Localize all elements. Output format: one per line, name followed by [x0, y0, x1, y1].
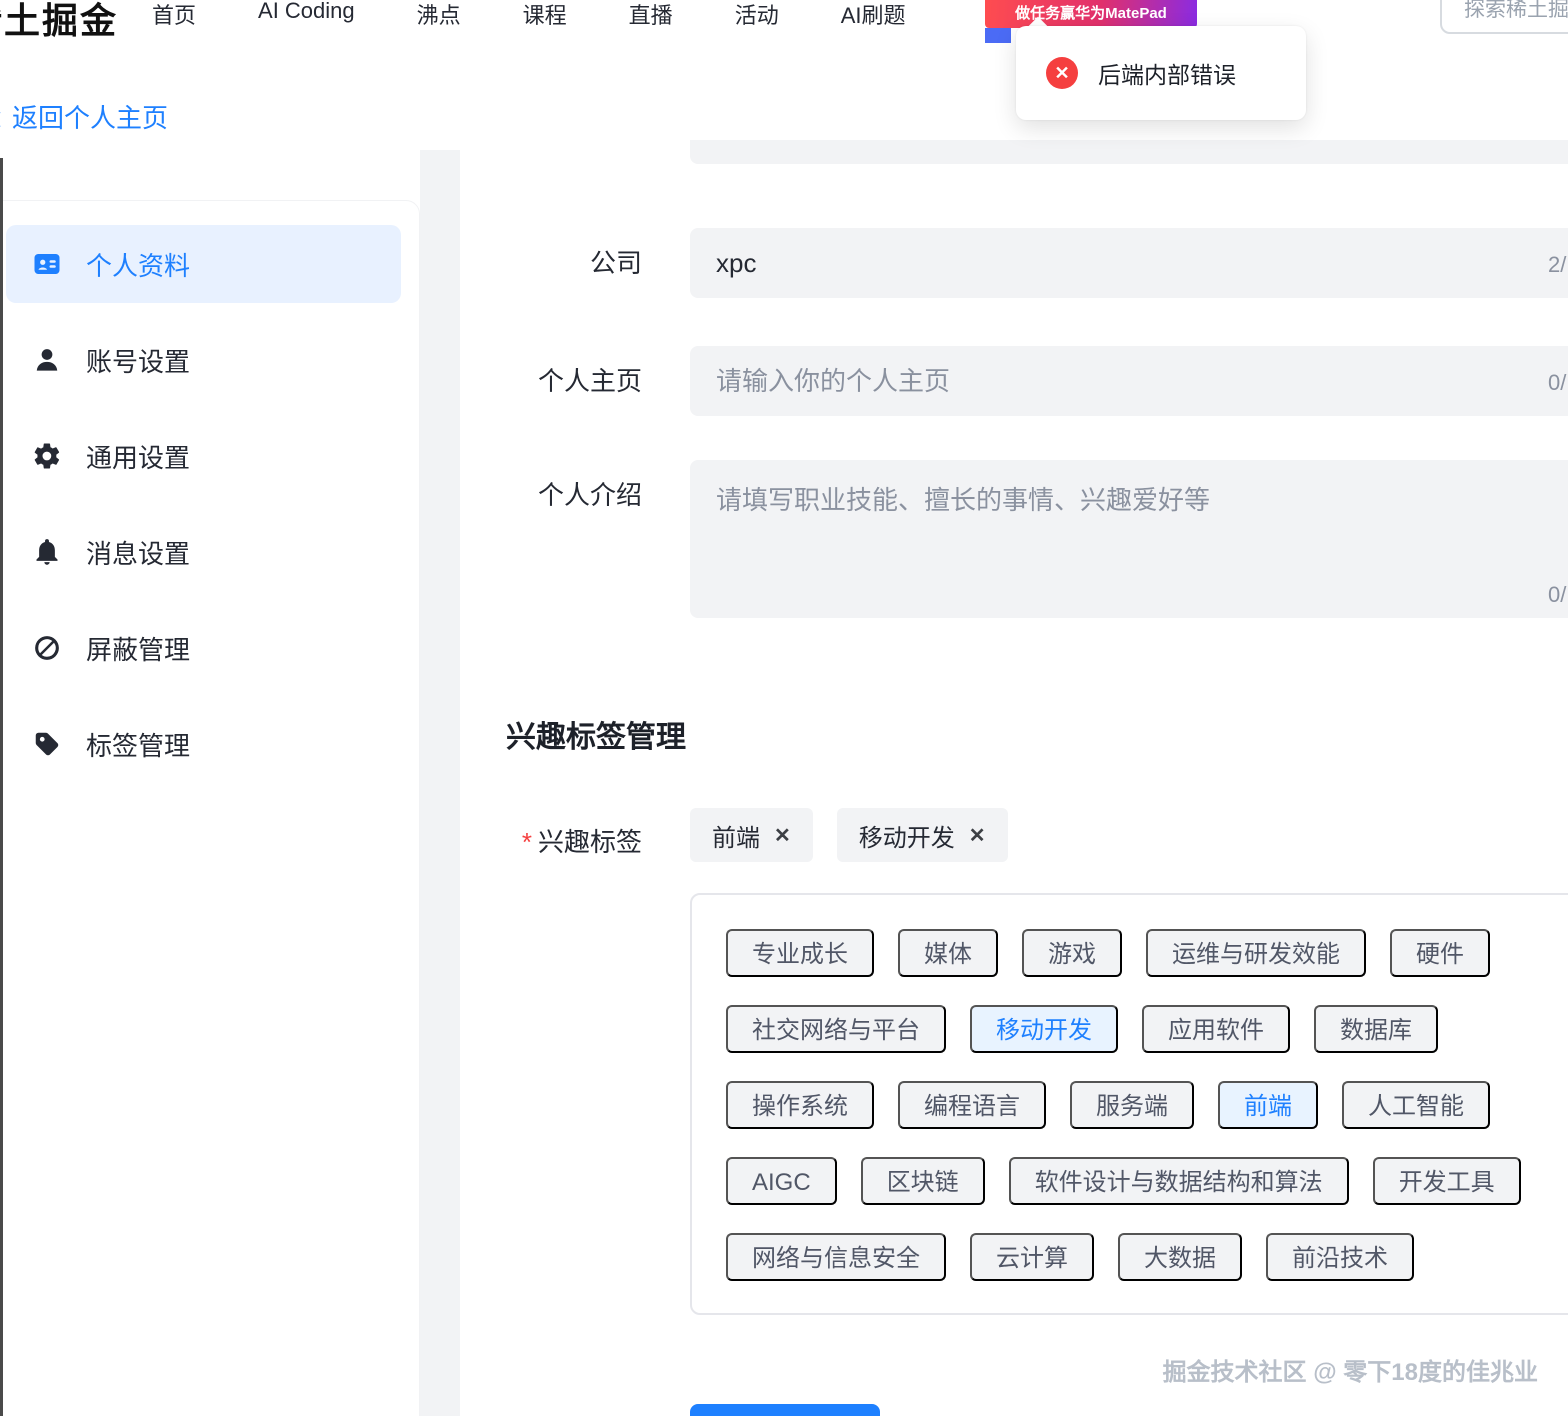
settings-page: 稀土掘金 首页 AI Coding 沸点 课程 直播 活动 AI刷题 做任务赢华为MateP… — [0, 0, 1568, 1416]
page-left-edge — [0, 158, 3, 1416]
tag-option[interactable]: 社交网络与平台 — [726, 1005, 946, 1053]
tag-option[interactable]: 专业成长 — [726, 929, 874, 977]
interest-tags-label: * 兴趣标签 — [521, 827, 642, 857]
intro-row: 个人介绍 0/ — [460, 460, 1568, 618]
interest-tags-section-title: 兴趣标签管理 — [506, 721, 686, 754]
sidebar-item[interactable]: 通用设置 — [6, 417, 401, 495]
tag-option[interactable]: 开发工具 — [1372, 1157, 1521, 1205]
nav-item[interactable]: 直播 — [629, 0, 673, 30]
layout-gap — [420, 150, 460, 1416]
selected-tag-label: 移动开发 — [858, 824, 955, 852]
sidebar-item-label: 消息设置 — [86, 538, 191, 569]
profile-settings-panel: 公司 2/ 个人主页 0/ 个人介绍 0/ 兴趣标签管理 *兴趣标签 前端✕移动… — [460, 140, 1568, 1416]
tag-options-panel: 专业成长 媒体 游戏 运维与研发效能 硬件社交网络与平台 移动开发 应用软件 数据库操作系统编… — [690, 893, 1568, 1315]
user-icon — [32, 345, 62, 375]
toast-message: 后端内部错误 — [1098, 62, 1236, 88]
tag-option[interactable]: 编程语言 — [898, 1081, 1046, 1129]
nav-item[interactable]: AI Coding — [258, 0, 355, 30]
tag-option[interactable]: 云计算 — [970, 1233, 1094, 1281]
promo-ribbon — [985, 28, 1011, 43]
sidebar-item[interactable]: 消息设置 — [6, 513, 401, 591]
watermark: 掘金技术社区 @ 零下18度的佳兆业 — [1162, 1359, 1538, 1386]
tag-option[interactable]: 软件设计与数据结构和算法 — [1008, 1157, 1349, 1205]
settings-sidebar: 个人资料账号设置通用设置消息设置屏蔽管理标签管理 — [0, 200, 420, 1416]
tag-option[interactable]: 数据库 — [1314, 1005, 1438, 1053]
promo-banner[interactable]: 做任务赢华为MatePad — [985, 0, 1197, 28]
required-asterisk: * — [521, 827, 532, 857]
chevron-left-icon: ‹ — [0, 98, 2, 134]
tag-option[interactable]: 媒体 — [898, 929, 998, 977]
homepage-row: 个人主页 0/ — [460, 346, 1568, 416]
tag-option[interactable]: 区块链 — [860, 1157, 985, 1205]
bell-icon — [32, 537, 62, 567]
tag-option[interactable]: 网络与信息安全 — [726, 1233, 946, 1281]
tag-option[interactable]: 前沿技术 — [1266, 1233, 1414, 1281]
block-icon — [32, 633, 62, 663]
job-input-partial[interactable] — [690, 140, 1568, 164]
selected-tags: 前端 ✕ 移动开发 ✕ — [690, 808, 1008, 862]
search-input[interactable] — [1442, 0, 1568, 22]
id-card-icon — [32, 249, 62, 279]
gear-icon — [32, 441, 62, 471]
tag-icon — [32, 729, 62, 759]
sidebar-item-label: 标签管理 — [86, 730, 191, 761]
interest-tags-row: * 兴趣标签 前端 ✕ 移动开发 ✕ — [460, 808, 1568, 862]
error-toast: ✕ 后端内部错误 — [1016, 26, 1306, 120]
company-char-count: 2/ — [1548, 252, 1567, 277]
tag-option[interactable]: 游戏 — [1022, 929, 1122, 977]
sidebar-item[interactable]: 标签管理 — [6, 705, 401, 783]
sidebar-item[interactable]: 账号设置 — [6, 321, 401, 399]
nav-item[interactable]: 课程 — [523, 0, 567, 30]
company-label: 公司 — [589, 248, 642, 278]
intro-textarea[interactable] — [690, 460, 1568, 618]
homepage-label: 个人主页 — [537, 366, 642, 396]
tag-option[interactable]: 前端 — [1218, 1081, 1318, 1129]
sidebar-item[interactable]: 屏蔽管理 — [6, 609, 401, 687]
sidebar-item-label: 通用设置 — [86, 442, 191, 473]
nav-item[interactable]: 活动 — [735, 0, 779, 30]
back-link[interactable]: ‹ 返回个人主页 — [0, 98, 168, 135]
search-box — [1440, 0, 1568, 34]
tag-option[interactable]: 运维与研发效能 — [1146, 929, 1366, 977]
sidebar-item-label: 个人资料 — [86, 250, 191, 281]
company-row: 公司 2/ — [460, 228, 1568, 298]
company-input[interactable] — [690, 228, 1568, 298]
tag-option[interactable]: 服务端 — [1070, 1081, 1194, 1129]
tag-option[interactable]: AIGC — [726, 1157, 837, 1205]
tag-option[interactable]: 应用软件 — [1142, 1005, 1290, 1053]
error-icon: ✕ — [1046, 57, 1078, 89]
back-link-label: 返回个人主页 — [12, 103, 169, 133]
nav-item[interactable]: AI刷题 — [841, 0, 906, 30]
selected-tag-label: 前端 — [712, 824, 760, 852]
intro-label: 个人介绍 — [537, 480, 642, 510]
juejin-logo[interactable]: 稀土掘金 — [0, 0, 118, 44]
remove-tag-icon[interactable]: ✕ — [774, 823, 791, 848]
tag-option[interactable]: 大数据 — [1118, 1233, 1242, 1281]
sidebar-item-label: 账号设置 — [86, 346, 191, 377]
save-button[interactable] — [690, 1404, 880, 1416]
selected-tag-chip: 前端 ✕ — [690, 808, 813, 862]
homepage-input[interactable] — [690, 346, 1568, 416]
tag-option[interactable]: 操作系统 — [726, 1081, 874, 1129]
nav-menu: 首页 AI Coding 沸点 课程 直播 活动 AI刷题 — [152, 0, 906, 30]
sidebar-item-label: 屏蔽管理 — [86, 634, 191, 665]
remove-tag-icon[interactable]: ✕ — [969, 823, 986, 848]
nav-item[interactable]: 首页 — [152, 0, 196, 30]
nav-item[interactable]: 沸点 — [417, 0, 461, 30]
intro-char-count: 0/ — [1548, 582, 1567, 607]
tag-option[interactable]: 移动开发 — [970, 1005, 1118, 1053]
sidebar-item[interactable]: 个人资料 — [6, 225, 401, 303]
tag-option[interactable]: 人工智能 — [1342, 1081, 1490, 1129]
homepage-char-count: 0/ — [1548, 370, 1567, 395]
selected-tag-chip: 移动开发 ✕ — [836, 808, 1008, 862]
tag-option[interactable]: 硬件 — [1390, 929, 1490, 977]
